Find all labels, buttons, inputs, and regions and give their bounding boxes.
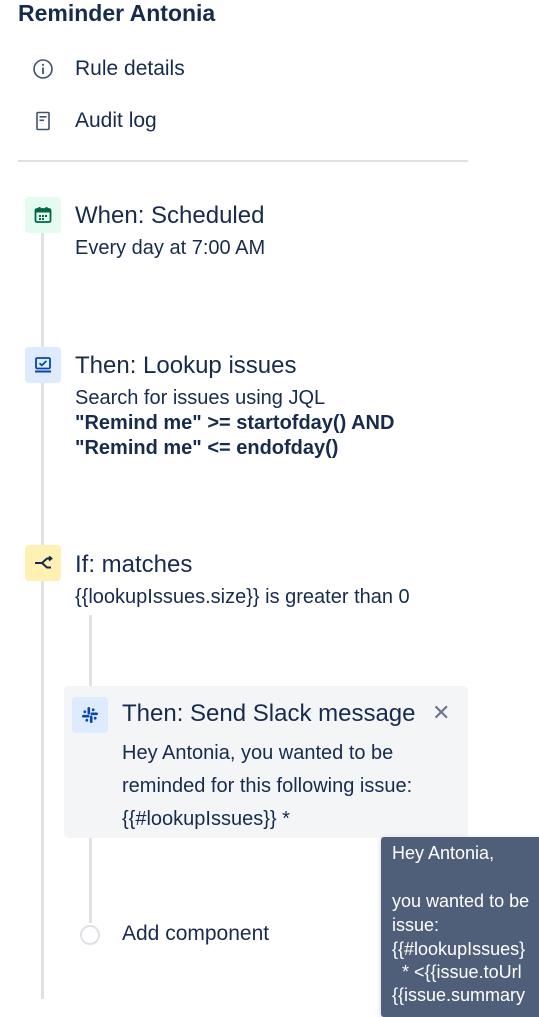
condition-title: If: matches xyxy=(75,551,193,578)
tooltip-line: Hey Antonia, xyxy=(392,843,495,863)
tooltip-line: {{#lookupIssues} xyxy=(392,939,526,959)
slack-icon xyxy=(72,697,108,733)
flow-connector-branch-bottom xyxy=(89,838,92,923)
monitor-icon xyxy=(25,347,61,383)
nav-rule-details-label: Rule details xyxy=(75,57,185,80)
divider xyxy=(18,160,468,162)
add-component-button[interactable]: Add component xyxy=(122,922,269,946)
document-icon xyxy=(32,110,54,132)
tooltip-line: * <{{issue.toUrl xyxy=(392,962,522,982)
lookup-jql-line1: "Remind me" >= startofday() AND xyxy=(75,412,395,434)
lookup-title: Then: Lookup issues xyxy=(75,352,297,379)
slack-body-line1: Hey Antonia, you wanted to be xyxy=(122,742,394,764)
slack-body-line2: reminded for this following issue: xyxy=(122,775,413,797)
calendar-icon xyxy=(25,197,61,233)
add-component-circle-icon[interactable] xyxy=(80,925,100,945)
tooltip-line: you wanted to be xyxy=(392,891,530,911)
close-icon[interactable]: ✕ xyxy=(432,700,450,726)
nav-audit-log[interactable]: Audit log xyxy=(32,109,157,132)
slack-message-preview: Hey Antonia, you wanted to be reminded f… xyxy=(122,737,412,836)
trigger-title: When: Scheduled xyxy=(75,202,265,229)
nav-rule-details[interactable]: Rule details xyxy=(32,57,185,80)
tooltip-line: {{issue.summary xyxy=(392,985,526,1005)
message-tooltip: Hey Antonia, you wanted to be issue: {{#… xyxy=(381,837,539,1017)
flow-connector-branch-top xyxy=(89,615,92,687)
tooltip-line: issue: xyxy=(392,915,440,935)
slack-body-line3: {{#lookupIssues}} * xyxy=(122,808,290,830)
lookup-jql-line2: "Remind me" <= endofday() xyxy=(75,437,339,459)
page-title: Reminder Antonia xyxy=(18,0,216,26)
lookup-subtitle: Search for issues using JQL xyxy=(75,387,326,409)
nav-audit-log-label: Audit log xyxy=(75,109,157,132)
condition-subtitle: {{lookupIssues.size}} is greater than 0 xyxy=(75,586,410,608)
trigger-subtitle: Every day at 7:00 AM xyxy=(75,237,266,259)
info-icon xyxy=(32,58,54,80)
slack-title: Then: Send Slack message xyxy=(122,700,416,727)
branch-icon xyxy=(25,545,61,581)
